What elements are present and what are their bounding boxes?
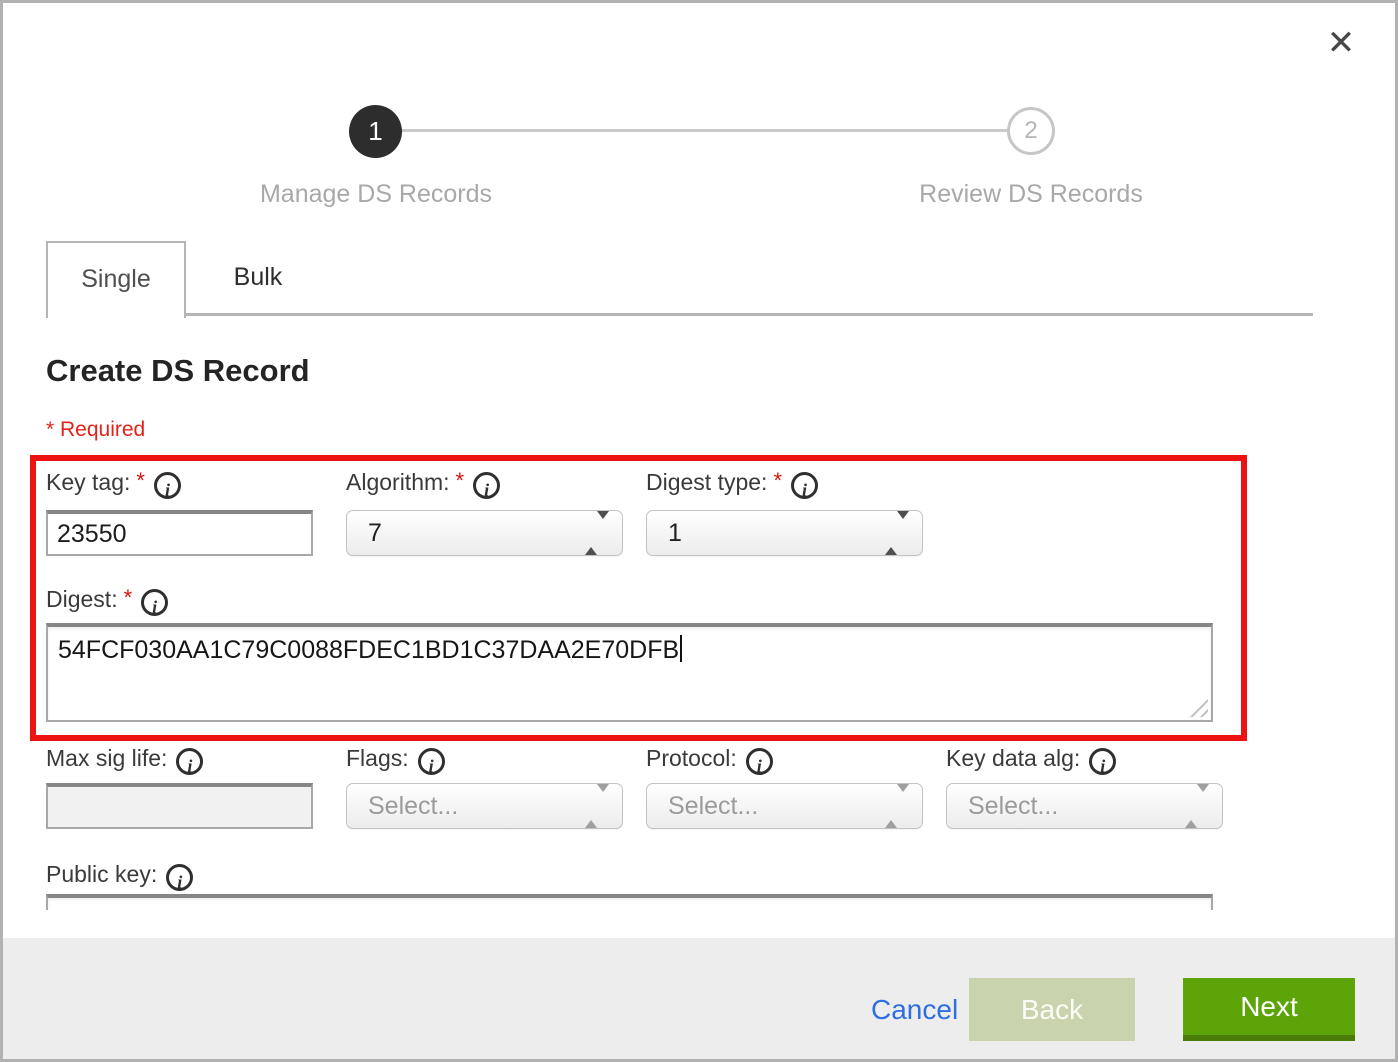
info-icon[interactable] xyxy=(141,589,168,616)
key-tag-input[interactable]: 23550 xyxy=(46,510,313,556)
protocol-label-text: Protocol: xyxy=(646,745,737,771)
select-spinner-icon xyxy=(585,511,609,555)
protocol-label: Protocol: xyxy=(646,745,773,775)
create-ds-record-modal: ✕ 1 2 Manage DS Records Review DS Record… xyxy=(0,0,1398,1062)
tab-single[interactable]: Single xyxy=(46,241,186,318)
required-asterisk: * xyxy=(124,585,133,610)
info-icon[interactable] xyxy=(473,472,500,499)
step-1-label: Manage DS Records xyxy=(216,180,536,209)
digest-label-text: Digest: xyxy=(46,586,118,612)
info-icon[interactable] xyxy=(746,748,773,775)
flags-label: Flags: xyxy=(346,745,445,775)
public-key-label-text: Public key: xyxy=(46,861,157,887)
info-icon[interactable] xyxy=(166,864,193,891)
digest-textarea[interactable]: 54FCF030AA1C79C0088FDEC1BD1C37DAA2E70DFB xyxy=(46,623,1213,722)
next-button[interactable]: Next xyxy=(1183,978,1355,1041)
public-key-label: Public key: xyxy=(46,861,193,891)
key-data-alg-label-text: Key data alg: xyxy=(946,745,1080,771)
public-key-textarea[interactable] xyxy=(46,894,1213,910)
step-1-circle: 1 xyxy=(349,105,402,158)
digest-type-label-text: Digest type: xyxy=(646,469,767,495)
select-spinner-icon xyxy=(585,784,609,828)
required-asterisk: * xyxy=(456,468,465,493)
digest-label: Digest:* xyxy=(46,586,168,616)
digest-type-select-value: 1 xyxy=(668,519,682,547)
select-spinner-icon xyxy=(1185,784,1209,828)
algorithm-label: Algorithm:* xyxy=(346,469,500,499)
info-icon[interactable] xyxy=(418,748,445,775)
flags-select[interactable]: Select... xyxy=(346,783,623,829)
close-icon[interactable]: ✕ xyxy=(1317,19,1365,67)
info-icon[interactable] xyxy=(176,748,203,775)
tab-bulk[interactable]: Bulk xyxy=(188,241,328,314)
key-tag-label-text: Key tag: xyxy=(46,469,130,495)
info-icon[interactable] xyxy=(154,472,181,499)
required-asterisk: * xyxy=(773,468,782,493)
text-cursor xyxy=(680,635,682,662)
key-data-alg-select-value: Select... xyxy=(968,792,1058,820)
flags-label-text: Flags: xyxy=(346,745,409,771)
select-spinner-icon xyxy=(885,511,909,555)
protocol-select-value: Select... xyxy=(668,792,758,820)
resize-handle[interactable] xyxy=(1189,698,1208,717)
page-title: Create DS Record xyxy=(46,353,310,389)
max-sig-life-label-text: Max sig life: xyxy=(46,745,167,771)
algorithm-select[interactable]: 7 xyxy=(346,510,623,556)
info-icon[interactable] xyxy=(1089,748,1116,775)
digest-type-label: Digest type:* xyxy=(646,469,818,499)
key-tag-label: Key tag:* xyxy=(46,469,181,499)
algorithm-select-value: 7 xyxy=(368,519,382,547)
flags-select-value: Select... xyxy=(368,792,458,820)
required-note: * Required xyxy=(46,418,145,442)
algorithm-label-text: Algorithm: xyxy=(346,469,450,495)
public-key-textarea-clip xyxy=(46,894,1213,910)
step-2-label: Review DS Records xyxy=(871,180,1191,209)
back-button[interactable]: Back xyxy=(969,978,1135,1041)
digest-textarea-value: 54FCF030AA1C79C0088FDEC1BD1C37DAA2E70DFB xyxy=(58,636,679,664)
key-data-alg-label: Key data alg: xyxy=(946,745,1116,775)
modal-footer: Cancel Back Next xyxy=(3,938,1395,1059)
step-2-circle: 2 xyxy=(1007,107,1055,155)
digest-type-select[interactable]: 1 xyxy=(646,510,923,556)
key-data-alg-select[interactable]: Select... xyxy=(946,783,1223,829)
stepper-connector-line xyxy=(399,129,1011,132)
protocol-select[interactable]: Select... xyxy=(646,783,923,829)
cancel-button[interactable]: Cancel xyxy=(871,978,958,1041)
required-asterisk: * xyxy=(136,468,145,493)
max-sig-life-input[interactable] xyxy=(46,783,313,829)
select-spinner-icon xyxy=(885,784,909,828)
info-icon[interactable] xyxy=(791,472,818,499)
max-sig-life-label: Max sig life: xyxy=(46,745,203,775)
